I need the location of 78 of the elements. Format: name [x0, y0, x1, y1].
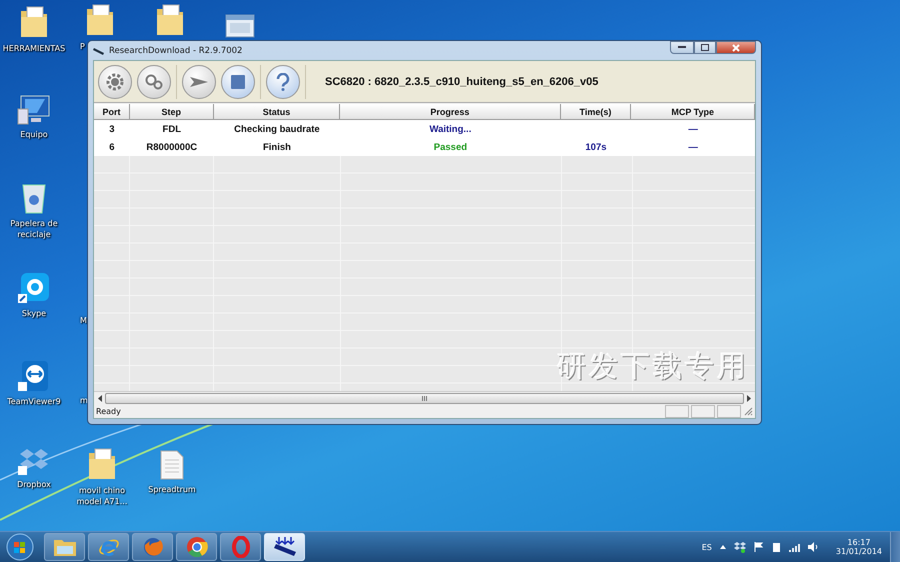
signal-icon[interactable]: [788, 542, 800, 552]
stop-icon: [231, 74, 245, 88]
desktop-icon-label[interactable]: Dropbox: [17, 479, 51, 490]
table-cell-text: Checking baudrate: [233, 122, 321, 136]
status-pane: [691, 404, 715, 418]
status-text: Ready: [96, 406, 122, 416]
skype-icon: [18, 272, 50, 304]
scroll-right-icon[interactable]: [746, 394, 752, 402]
table-cell-text: 6: [108, 140, 116, 154]
table-cell-text: FDL: [162, 122, 182, 136]
help-icon: [276, 72, 290, 90]
folder-icon: [87, 447, 117, 481]
window-icon: [225, 14, 255, 38]
table-cell-text: —: [687, 140, 699, 154]
table-cell-text: 3: [108, 122, 116, 136]
background-caption: 研发下载专用: [557, 348, 749, 385]
scrollbar-thumb[interactable]: [105, 392, 744, 404]
app-icon: [93, 46, 105, 56]
clock-date[interactable]: 31/01/2014: [836, 547, 882, 556]
toolbar-button[interactable]: [221, 64, 255, 98]
column-header[interactable]: Port: [94, 104, 130, 120]
resize-grip-icon[interactable]: [743, 406, 753, 416]
document-icon: [160, 450, 184, 480]
gears-icon: [144, 72, 164, 90]
clock-time[interactable]: 16:17: [847, 538, 870, 547]
folder-icon: [19, 5, 49, 39]
status-pane: [665, 404, 689, 418]
maximize-button[interactable]: [694, 41, 716, 54]
firmware-label: SC6820 : 6820_2.3.5_c910_huiteng_s5_en_6206_v05: [325, 76, 598, 88]
desktop-icon-label[interactable]: P: [80, 41, 85, 52]
teamviewer-icon: [18, 360, 50, 392]
dropbox-icon: [18, 447, 50, 475]
table-cell-text: 107s: [584, 140, 608, 154]
folder-icon: [85, 3, 115, 37]
folder-icon: [155, 3, 185, 37]
column-header[interactable]: Status: [214, 104, 340, 120]
fox-globe-icon: [142, 536, 164, 558]
flag-icon[interactable]: [754, 542, 764, 552]
computer-icon: [17, 95, 51, 125]
play-icon: [189, 74, 209, 88]
windows-logo-icon: [5, 533, 35, 561]
folder-icon: [52, 537, 76, 557]
table-cell-text: Waiting...: [428, 122, 472, 136]
desktop-icon-label[interactable]: Skype: [22, 308, 46, 319]
column-header[interactable]: Time(s): [560, 104, 632, 120]
device-icon[interactable]: [772, 542, 781, 552]
status-pane: [717, 404, 741, 418]
scroll-left-icon[interactable]: [97, 394, 103, 402]
download-tool-icon: [272, 536, 298, 558]
column-header[interactable]: Step: [130, 104, 214, 120]
gear-icon: [106, 72, 124, 90]
opera-icon: [232, 536, 250, 558]
desktop-icon-label[interactable]: Papelera de reciclaje: [0, 218, 70, 240]
desktop-icon-label[interactable]: m: [80, 395, 88, 406]
close-button[interactable]: [716, 41, 756, 54]
recycle-bin-icon: [21, 182, 47, 214]
desktop-icon-label[interactable]: M: [80, 315, 87, 326]
chrome-icon: [186, 536, 208, 558]
column-header[interactable]: Progress: [340, 104, 561, 120]
desktop-icon-label[interactable]: HERRAMIENTAS: [2, 43, 66, 54]
window-title: ResearchDownload - R2.9.7002: [109, 46, 244, 56]
column-header[interactable]: MCP Type: [631, 104, 755, 120]
desktop-icon-label[interactable]: TeamViewer9: [7, 396, 61, 407]
dropbox-tray-icon[interactable]: [734, 542, 746, 552]
table-cell-text: —: [687, 122, 699, 136]
language-indicator[interactable]: ES: [702, 542, 712, 552]
speaker-icon[interactable]: [808, 542, 818, 552]
table-cell-text: Finish: [262, 140, 292, 154]
table-cell-text: R8000000C: [145, 140, 198, 154]
desktop-icon-label[interactable]: Equipo: [20, 129, 48, 140]
minimize-button[interactable]: [670, 41, 694, 54]
tray-expand-icon[interactable]: [720, 545, 726, 549]
grip-icon: [422, 396, 427, 400]
close-icon: [732, 44, 740, 52]
minimize-icon: [678, 46, 686, 49]
maximize-icon: [701, 44, 709, 51]
table-cell-text: Passed: [432, 140, 468, 154]
toolbar-button[interactable]: [266, 64, 300, 98]
